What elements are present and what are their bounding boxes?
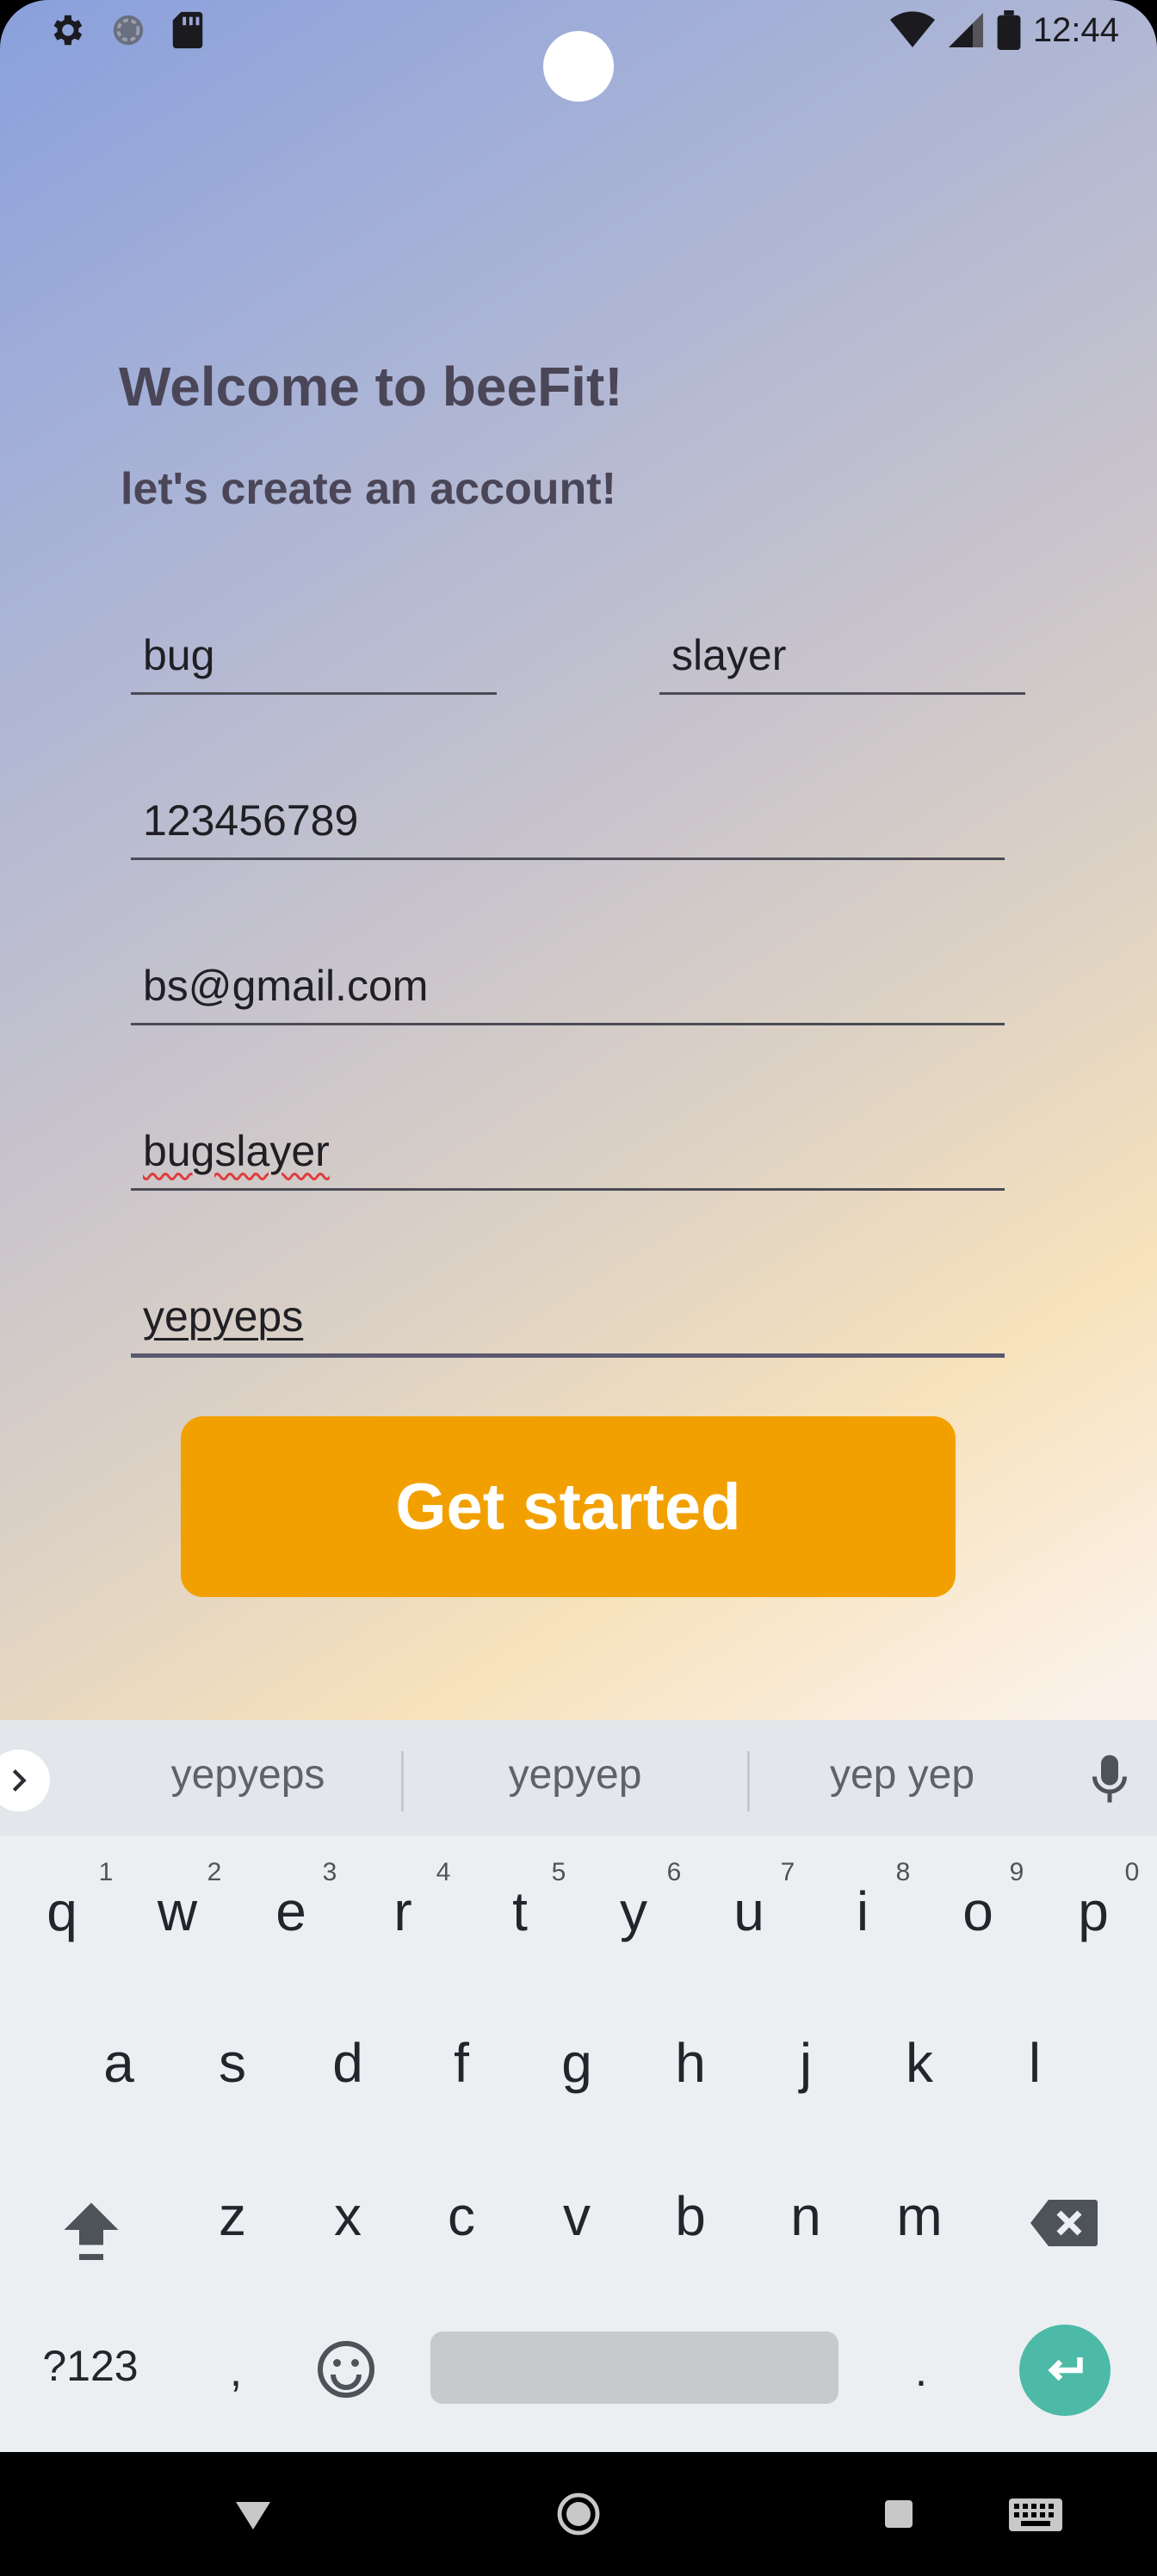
key-z[interactable]: z bbox=[191, 2182, 274, 2251]
key-y[interactable]: y bbox=[592, 1877, 675, 1946]
key-m[interactable]: m bbox=[878, 2182, 961, 2251]
sync-icon bbox=[113, 15, 144, 46]
key-g[interactable]: g bbox=[535, 2028, 618, 2097]
username-value: bugslayer bbox=[143, 1127, 330, 1175]
key-o[interactable]: o bbox=[937, 1877, 1019, 1946]
suggestion-1[interactable]: yepyeps bbox=[119, 1751, 377, 1799]
get-started-button[interactable]: Get started bbox=[181, 1416, 956, 1597]
page-subtitle: let's create an account! bbox=[121, 464, 616, 514]
key-k[interactable]: k bbox=[878, 2028, 961, 2097]
key-u[interactable]: u bbox=[708, 1877, 790, 1946]
key-w[interactable]: w bbox=[136, 1877, 219, 1946]
key-c[interactable]: c bbox=[420, 2182, 503, 2251]
phone-field[interactable]: 123456789 bbox=[131, 789, 1005, 860]
home-circle-icon[interactable] bbox=[556, 2492, 601, 2536]
key-s[interactable]: s bbox=[191, 2028, 274, 2097]
key-h[interactable]: h bbox=[649, 2028, 732, 2097]
last-name-field[interactable]: slayer bbox=[659, 623, 1025, 695]
key-hint: 4 bbox=[436, 1858, 451, 1886]
username-field[interactable]: bugslayer bbox=[131, 1119, 1005, 1191]
key-hint: 2 bbox=[207, 1858, 222, 1886]
suggestion-3[interactable]: yep yep bbox=[773, 1751, 1031, 1799]
key-symbols[interactable]: ?123 bbox=[26, 2331, 155, 2400]
app-screen: 12:44 Welcome to beeFit! let's create an… bbox=[0, 0, 1157, 2576]
key-q[interactable]: q bbox=[21, 1877, 103, 1946]
keyboard-switch-icon[interactable] bbox=[1007, 2497, 1064, 2533]
key-v[interactable]: v bbox=[535, 2182, 618, 2251]
key-n[interactable]: n bbox=[764, 2182, 847, 2251]
key-j[interactable]: j bbox=[764, 2028, 847, 2097]
signal-icon bbox=[948, 13, 983, 47]
space-bar[interactable] bbox=[430, 2331, 838, 2404]
sd-card-icon bbox=[172, 11, 203, 49]
key-hint: 1 bbox=[98, 1858, 114, 1886]
key-hint: 5 bbox=[551, 1858, 566, 1886]
key-a[interactable]: a bbox=[77, 2028, 160, 2097]
first-name-field[interactable]: bug bbox=[131, 623, 497, 695]
key-hint: 3 bbox=[322, 1858, 337, 1886]
suggestion-divider bbox=[401, 1751, 404, 1811]
recents-square-icon[interactable] bbox=[883, 2499, 914, 2530]
password-value: yepyeps bbox=[143, 1292, 304, 1341]
battery-icon bbox=[997, 10, 1021, 50]
system-navigation-bar bbox=[0, 2452, 1157, 2576]
key-comma[interactable]: , bbox=[195, 2337, 277, 2406]
key-t[interactable]: t bbox=[479, 1877, 561, 1946]
key-i[interactable]: i bbox=[821, 1877, 904, 1946]
back-triangle-icon[interactable] bbox=[234, 2500, 272, 2531]
key-d[interactable]: d bbox=[306, 2028, 389, 2097]
key-r[interactable]: r bbox=[362, 1877, 444, 1946]
key-hint: 9 bbox=[1009, 1858, 1024, 1886]
enter-icon bbox=[1048, 2357, 1083, 2381]
microphone-icon[interactable] bbox=[1088, 1753, 1131, 1805]
backspace-icon[interactable] bbox=[1028, 2195, 1100, 2251]
page-title: Welcome to beeFit! bbox=[119, 356, 623, 418]
key-hint: 8 bbox=[895, 1858, 911, 1886]
password-field[interactable]: yepyeps bbox=[131, 1285, 1005, 1358]
suggestion-strip: yepyeps yepyep yep yep bbox=[0, 1720, 1157, 1836]
key-hint: 0 bbox=[1124, 1858, 1140, 1886]
first-name-value: bug bbox=[143, 631, 215, 679]
key-e[interactable]: e bbox=[250, 1877, 332, 1946]
suggestion-divider bbox=[747, 1751, 750, 1811]
wifi-icon bbox=[889, 11, 935, 48]
suggestion-2[interactable]: yepyep bbox=[446, 1751, 704, 1799]
email-value: bs@gmail.com bbox=[143, 962, 429, 1010]
key-p[interactable]: p bbox=[1052, 1877, 1135, 1946]
key-x[interactable]: x bbox=[306, 2182, 389, 2251]
chevron-right-icon bbox=[12, 1769, 27, 1792]
emoji-icon[interactable] bbox=[315, 2338, 377, 2400]
status-time: 12:44 bbox=[1032, 10, 1119, 49]
camera-cutout bbox=[543, 31, 614, 102]
key-f[interactable]: f bbox=[420, 2028, 503, 2097]
expand-toolbar-button[interactable] bbox=[0, 1749, 50, 1811]
phone-value: 123456789 bbox=[143, 796, 359, 845]
key-l[interactable]: l bbox=[993, 2028, 1076, 2097]
enter-button[interactable] bbox=[1019, 2325, 1111, 2416]
key-b[interactable]: b bbox=[649, 2182, 732, 2251]
email-field[interactable]: bs@gmail.com bbox=[131, 954, 1005, 1025]
key-hint: 6 bbox=[666, 1858, 682, 1886]
last-name-value: slayer bbox=[671, 631, 787, 679]
key-period[interactable]: . bbox=[880, 2337, 962, 2406]
gear-icon bbox=[53, 15, 83, 46]
key-hint: 7 bbox=[780, 1858, 795, 1886]
shift-icon[interactable] bbox=[55, 2194, 127, 2266]
